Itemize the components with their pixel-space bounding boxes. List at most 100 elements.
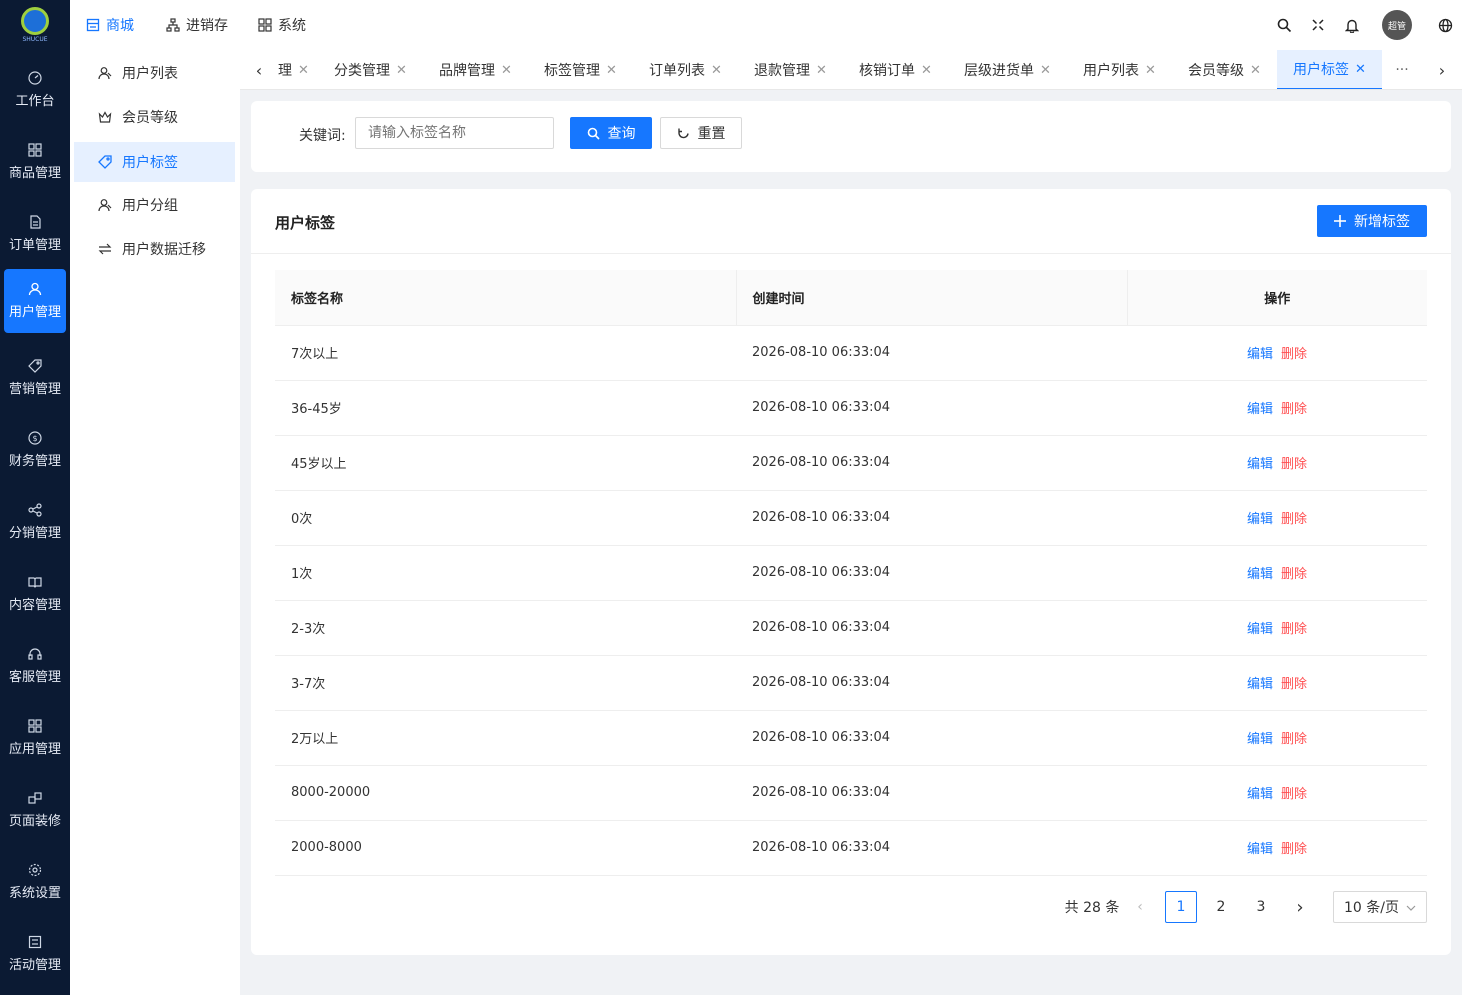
edit-link[interactable]: 编辑 <box>1247 622 1273 637</box>
sidebar-item-label: 系统设置 <box>8 886 61 901</box>
tab-category[interactable]: 分类管理 ✕ <box>334 50 407 89</box>
sidebar-item-label: 工作台 <box>15 94 55 109</box>
tag-name-cell: 2-3次 <box>275 600 736 656</box>
sidebar-item-finance[interactable]: $ 财务管理 <box>0 418 70 482</box>
edit-link[interactable]: 编辑 <box>1247 842 1273 857</box>
edit-link[interactable]: 编辑 <box>1247 567 1273 582</box>
page-3-button[interactable]: 3 <box>1245 891 1277 923</box>
sidebar-item-orders[interactable]: 订单管理 <box>0 202 70 266</box>
close-icon[interactable]: ✕ <box>1355 62 1366 77</box>
topnav-mall[interactable]: 商城 <box>86 15 134 35</box>
panel-title: 用户标签 <box>275 214 336 232</box>
sidebar-item-content[interactable]: 内容管理 <box>0 562 70 626</box>
column-header-name[interactable]: 标签名称 <box>275 270 736 326</box>
chevron-left-icon[interactable]: ‹ <box>244 50 274 89</box>
sidebar-item-apps[interactable]: 应用管理 <box>0 706 70 770</box>
tab-verify-order[interactable]: 核销订单 ✕ <box>859 50 932 89</box>
sidebar-item-settings[interactable]: 系统设置 <box>0 850 70 914</box>
edit-link[interactable]: 编辑 <box>1247 732 1273 747</box>
prev-page-icon[interactable]: ‹ <box>1130 891 1150 923</box>
sidebar-item-service[interactable]: 客服管理 <box>0 634 70 698</box>
close-icon[interactable]: ✕ <box>921 63 932 78</box>
submenu-item-data-migration[interactable]: 用户数据迁移 <box>74 229 235 269</box>
delete-link[interactable]: 删除 <box>1281 622 1307 637</box>
delete-link[interactable]: 删除 <box>1281 347 1307 362</box>
tag-name-cell: 2000-8000 <box>275 820 736 876</box>
close-icon[interactable]: ✕ <box>1250 63 1261 78</box>
sidebar-item-label: 营销管理 <box>8 382 61 397</box>
query-button-label: 查询 <box>607 126 636 142</box>
chevron-right-icon[interactable]: › <box>1427 50 1457 89</box>
edit-link[interactable]: 编辑 <box>1247 402 1273 417</box>
fullscreen-icon[interactable] <box>1308 15 1328 35</box>
column-header-actions: 操作 <box>1126 270 1427 326</box>
tag-table: 标签名称 创建时间 操作 7次以上 2026-08-10 06:33:04 编辑 删除… <box>275 270 1427 876</box>
delete-link[interactable]: 删除 <box>1281 457 1307 472</box>
reset-button[interactable]: 重置 <box>660 117 742 149</box>
sidebar-item-activities[interactable]: 活动管理 <box>0 922 70 986</box>
close-icon[interactable]: ✕ <box>1145 63 1156 78</box>
sidebar-item-users[interactable]: 用户管理 <box>4 269 66 333</box>
edit-link[interactable]: 编辑 <box>1247 677 1273 692</box>
delete-link[interactable]: 删除 <box>1281 732 1307 747</box>
delete-link[interactable]: 删除 <box>1281 402 1307 417</box>
tab-partial[interactable]: 理 ✕ <box>278 50 309 89</box>
close-icon[interactable]: ✕ <box>606 63 617 78</box>
close-icon[interactable]: ✕ <box>1040 63 1051 78</box>
query-button[interactable]: 查询 <box>570 117 652 149</box>
tab-label: 品牌管理 <box>439 63 495 79</box>
sidebar-item-label: 页面装修 <box>8 814 61 829</box>
close-icon[interactable]: ✕ <box>501 63 512 78</box>
sidebar-item-marketing[interactable]: 营销管理 <box>0 346 70 410</box>
globe-icon[interactable] <box>1435 15 1455 35</box>
delete-link[interactable]: 删除 <box>1281 842 1307 857</box>
topnav-label: 系统 <box>278 18 306 34</box>
tab-user-list[interactable]: 用户列表 ✕ <box>1083 50 1156 89</box>
page-size-select[interactable]: 10 条/页 <box>1333 891 1427 923</box>
avatar[interactable]: 超管 <box>1382 10 1412 40</box>
created-time-cell: 2026-08-10 06:33:04 <box>736 490 1127 546</box>
close-icon[interactable]: ✕ <box>396 63 407 78</box>
edit-link[interactable]: 编辑 <box>1247 457 1273 472</box>
tab-tag-management[interactable]: 标签管理 ✕ <box>544 50 617 89</box>
tab-refund[interactable]: 退款管理 ✕ <box>754 50 827 89</box>
submenu-item-user-group[interactable]: 用户分组 <box>74 185 235 225</box>
delete-link[interactable]: 删除 <box>1281 567 1307 582</box>
close-icon[interactable]: ✕ <box>711 63 722 78</box>
page-2-button[interactable]: 2 <box>1205 891 1237 923</box>
tab-user-tag[interactable]: 用户标签 ✕ <box>1277 50 1382 89</box>
sidebar-item-label: 商品管理 <box>8 166 61 181</box>
tab-purchase-order[interactable]: 层级进货单 ✕ <box>964 50 1051 89</box>
close-icon[interactable]: ✕ <box>298 63 309 78</box>
topnav-inventory[interactable]: 进销存 <box>166 15 228 35</box>
tab-member-level[interactable]: 会员等级 ✕ <box>1188 50 1261 89</box>
sidebar-item-decoration[interactable]: 页面装修 <box>0 778 70 842</box>
page-1-button[interactable]: 1 <box>1165 891 1197 923</box>
bell-icon[interactable] <box>1342 15 1362 35</box>
submenu-item-user-tag[interactable]: 用户标签 <box>74 142 235 182</box>
tab-order-list[interactable]: 订单列表 ✕ <box>649 50 722 89</box>
sidebar-item-products[interactable]: 商品管理 <box>0 130 70 194</box>
topnav-system[interactable]: 系统 <box>258 15 306 35</box>
submenu-item-user-list[interactable]: 用户列表 <box>74 53 235 93</box>
edit-link[interactable]: 编辑 <box>1247 512 1273 527</box>
edit-link[interactable]: 编辑 <box>1247 787 1273 802</box>
close-icon[interactable]: ✕ <box>816 63 827 78</box>
submenu-item-label: 会员等级 <box>122 110 178 126</box>
search-icon <box>587 127 600 140</box>
next-page-icon[interactable]: › <box>1290 891 1310 923</box>
keyword-input[interactable] <box>355 117 554 149</box>
edit-link[interactable]: 编辑 <box>1247 347 1273 362</box>
tab-brand[interactable]: 品牌管理 ✕ <box>439 50 512 89</box>
submenu-item-member-level[interactable]: 会员等级 <box>74 97 235 137</box>
search-icon[interactable] <box>1274 15 1294 35</box>
sidebar-item-distribution[interactable]: 分销管理 <box>0 490 70 554</box>
add-tag-button[interactable]: 新增标签 <box>1317 205 1427 237</box>
column-header-created[interactable]: 创建时间 <box>735 270 1127 326</box>
delete-link[interactable]: 删除 <box>1281 677 1307 692</box>
sidebar-item-workbench[interactable]: 工作台 <box>0 58 70 122</box>
delete-link[interactable]: 删除 <box>1281 787 1307 802</box>
tag-name-cell: 8000-20000 <box>275 765 736 821</box>
tab-more-button[interactable]: ··· <box>1390 50 1414 89</box>
delete-link[interactable]: 删除 <box>1281 512 1307 527</box>
